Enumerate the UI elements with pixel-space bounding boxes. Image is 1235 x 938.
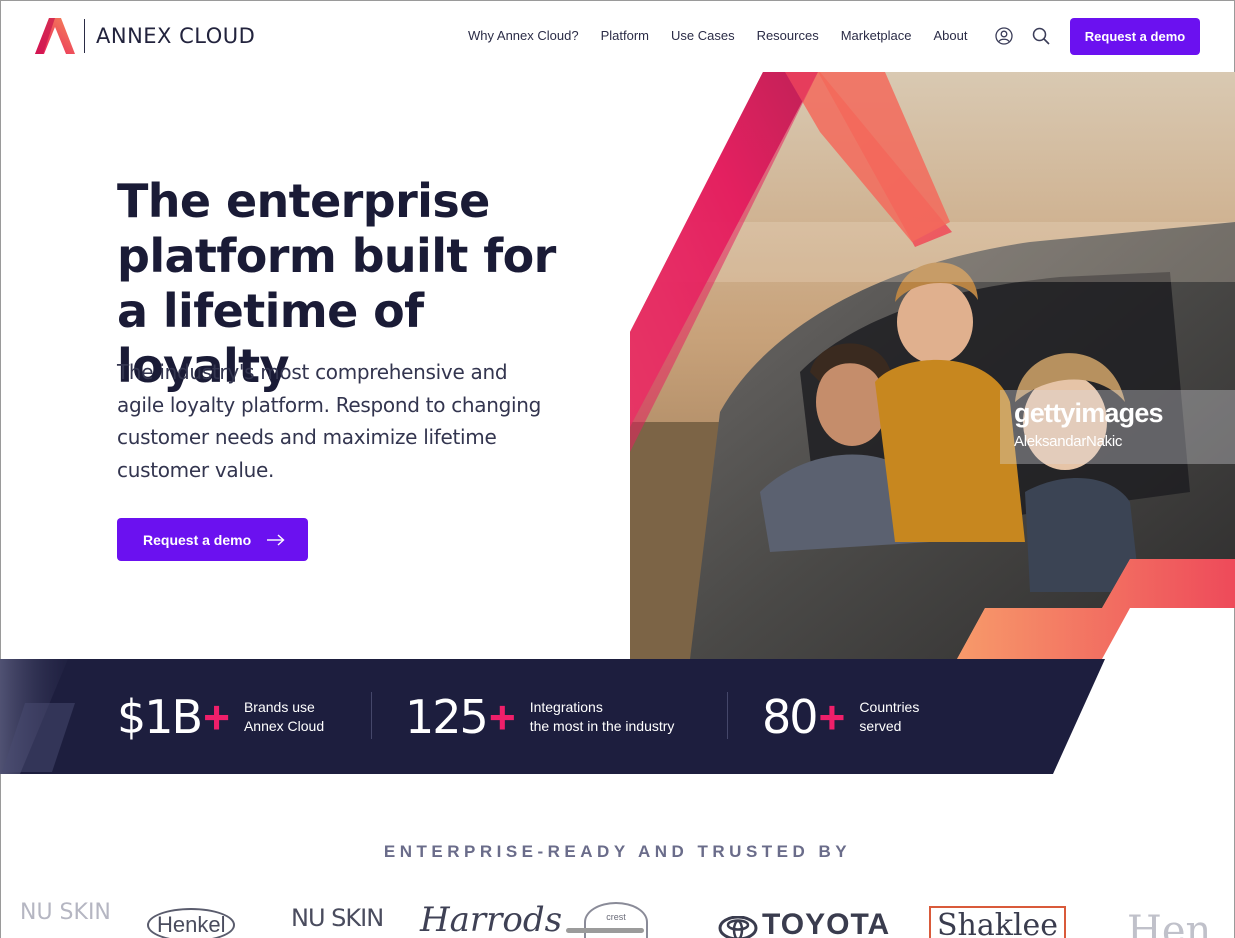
nav-why-annex-cloud[interactable]: Why Annex Cloud?	[468, 28, 579, 43]
search-icon[interactable]	[1031, 26, 1051, 46]
stat-integrations-line1: Integrations	[529, 698, 603, 715]
harrods-logo: Harrods	[420, 900, 563, 938]
stat-brands: $1B + Brands use Annex Cloud	[117, 659, 324, 774]
hero-subtitle: The industry's most comprehensive and ag…	[117, 360, 542, 482]
stat-brands-plus: +	[203, 690, 230, 743]
nu-skin-logo: NU SKIN	[291, 904, 384, 932]
hero-request-demo-button[interactable]: Request a demo	[117, 518, 308, 561]
toyota-logo: TOYOTA	[762, 908, 891, 938]
henkel-logo: Henkel	[147, 908, 236, 938]
header-request-demo-button[interactable]: Request a demo	[1070, 18, 1200, 55]
stat-brands-value: $1B	[117, 689, 203, 744]
nav-about[interactable]: About	[934, 28, 968, 43]
watermark-brand: gettyimages	[1014, 398, 1164, 428]
stat-divider	[371, 692, 372, 739]
stat-brands-line2: Annex Cloud	[243, 717, 325, 734]
stat-integrations: 125 + Integrations the most in the indus…	[405, 659, 674, 774]
getty-watermark: gettyimages AleksandarNakic	[1000, 390, 1235, 464]
trusted-heading: ENTERPRISE-READY AND TRUSTED BY	[383, 842, 852, 861]
site-header: ANNEX CLOUD Why Annex Cloud? Platform Us…	[0, 0, 1235, 72]
stat-brands-line1: Brands use	[243, 698, 315, 715]
nav-marketplace[interactable]: Marketplace	[841, 28, 912, 43]
hero-cta-label: Request a demo	[143, 531, 252, 548]
stat-integrations-value: 125	[405, 689, 489, 744]
stat-integrations-line2: the most in the industry	[529, 717, 675, 734]
scroll-indicator[interactable]	[566, 928, 644, 933]
stat-countries-plus: +	[818, 690, 846, 743]
stat-countries-value: 80	[762, 689, 819, 744]
stat-countries-line2: served	[859, 717, 902, 734]
stat-countries: 80 + Countries served	[762, 659, 919, 774]
logo-text: ANNEX CLOUD	[96, 24, 256, 48]
nav-platform[interactable]: Platform	[601, 28, 649, 43]
stat-integrations-plus: +	[488, 690, 516, 743]
stat-integrations-label: Integrations the most in the industry	[530, 698, 675, 736]
annex-logo-icon	[35, 18, 75, 54]
nu-skin-logo-faded: NU SKIN	[20, 900, 111, 925]
arrow-right-icon	[267, 533, 285, 546]
stat-countries-label: Countries served	[859, 698, 919, 736]
toyota-emblem-icon	[718, 916, 758, 938]
stat-brands-label: Brands use Annex Cloud	[244, 698, 324, 736]
annex-cloud-logo[interactable]: ANNEX CLOUD	[35, 18, 255, 54]
henkel-logo-faded: Hen	[1127, 908, 1212, 938]
main-nav: Why Annex Cloud? Platform Use Cases Reso…	[468, 28, 990, 43]
logo-divider	[84, 19, 85, 53]
watermark-author: AleksandarNakic	[1014, 433, 1123, 450]
stat-countries-line1: Countries	[859, 698, 920, 715]
nav-resources[interactable]: Resources	[757, 28, 819, 43]
shaklee-logo: Shaklee	[929, 906, 1067, 938]
user-icon[interactable]	[994, 26, 1014, 46]
stat-divider	[727, 692, 728, 739]
hero-image	[630, 72, 1235, 659]
nav-use-cases[interactable]: Use Cases	[671, 28, 735, 43]
